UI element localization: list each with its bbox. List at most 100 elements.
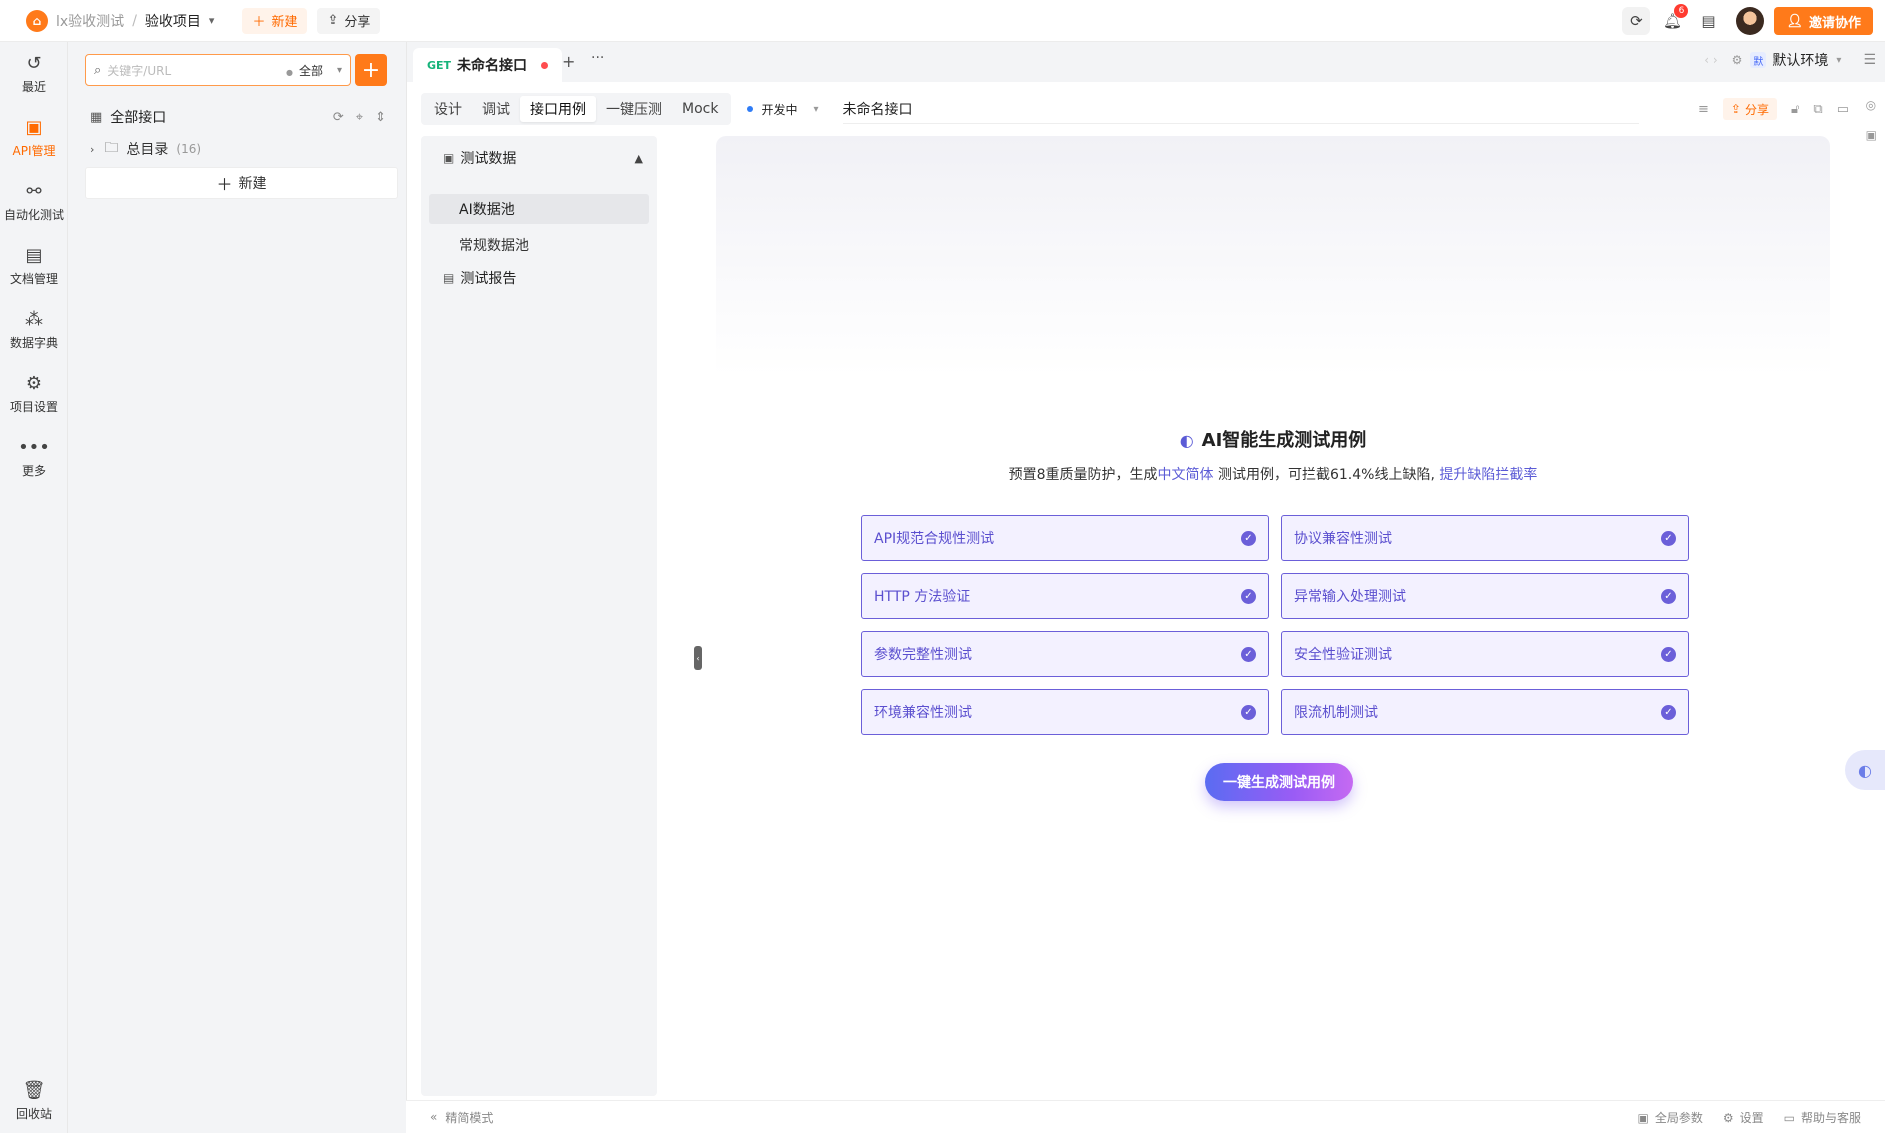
nav-recent[interactable]: ↺ 最近 xyxy=(0,42,68,106)
nav-project-settings[interactable]: ⚙ 项目设置 xyxy=(0,362,68,426)
test-type-card[interactable]: 协议兼容性测试 ✓ xyxy=(1281,515,1689,561)
refresh-icon[interactable]: ⟳ xyxy=(333,110,344,125)
user-icon: 👤︎ xyxy=(1786,13,1803,29)
nav-ai-data-pool[interactable]: AI数据池 xyxy=(429,194,649,224)
status-select[interactable]: 开发中 ▾ xyxy=(747,101,818,118)
nav-regular-data-pool[interactable]: 常规数据池 xyxy=(429,230,649,260)
menu-icon[interactable]: ☰ xyxy=(1863,52,1876,68)
chevron-down-icon[interactable]: ▾ xyxy=(1836,55,1841,66)
filter-select[interactable]: 全部 xyxy=(286,62,323,79)
search-icon: ⌕ xyxy=(94,62,102,78)
more-icon: ••• xyxy=(18,437,50,458)
improve-rate-link[interactable]: 提升缺陷拦截率 xyxy=(1439,467,1537,483)
nav-api-management[interactable]: ▣ API管理 xyxy=(0,106,68,170)
collapse-handle[interactable]: ‹ xyxy=(694,646,702,670)
generate-test-cases-button[interactable]: 一键生成测试用例 xyxy=(1205,763,1353,801)
chevron-right-icon[interactable]: › xyxy=(90,143,94,156)
check-icon: ✓ xyxy=(1241,704,1256,720)
main-area: GET 未命名接口 + ··· ‹ › ⚙ 默 默认环境 ▾ ☰ 设计 调试 接… xyxy=(406,42,1885,1133)
folder-count: (16) xyxy=(176,142,202,156)
group-test-data[interactable]: ▣ 测试数据 ▲ xyxy=(443,148,643,168)
compact-mode-toggle[interactable]: «精简模式 xyxy=(430,1109,493,1126)
copy-icon[interactable]: ⧉ xyxy=(1813,102,1822,117)
case-nav: ▣ 测试数据 ▲ AI数据池 常规数据池 ▤ 测试报告 xyxy=(421,136,657,1096)
nav-more[interactable]: ••• 更多 xyxy=(0,426,68,490)
tab-debug[interactable]: 调试 xyxy=(472,96,520,122)
team-name[interactable]: lx验收测试 xyxy=(56,11,124,31)
search-row: ⌕ 关键字/URL 全部 ▾ + xyxy=(85,54,387,86)
tab-unnamed-api[interactable]: GET 未命名接口 xyxy=(413,48,563,82)
test-type-card[interactable]: 参数完整性测试 ✓ xyxy=(861,631,1269,677)
environment-settings-icon[interactable]: ⚙ xyxy=(1732,53,1743,67)
environment-select[interactable]: 默认环境 xyxy=(1772,50,1828,70)
test-type-card[interactable]: 环境兼容性测试 ✓ xyxy=(861,689,1269,735)
test-type-card[interactable]: HTTP 方法验证 ✓ xyxy=(861,573,1269,619)
new-button[interactable]: ＋新建 xyxy=(242,7,308,34)
all-apis-row[interactable]: ▦ 全部接口 ⟳ ⌖ ⇕ xyxy=(90,106,386,128)
ai-whale-icon: ◐ xyxy=(1179,431,1194,450)
share-icon: ⇪ xyxy=(327,13,339,28)
message-icon[interactable]: ▤ xyxy=(1694,7,1722,35)
help-link[interactable]: ▭ 帮助与客服 xyxy=(1784,1109,1861,1126)
nav-automation-test[interactable]: ⚯ 自动化测试 xyxy=(0,170,68,234)
tab-arrows-icon[interactable]: ‹ › xyxy=(1704,53,1717,67)
panel-icon[interactable]: ▣ xyxy=(1866,128,1877,142)
tab-mock[interactable]: Mock xyxy=(672,96,728,122)
search-placeholder: 关键字/URL xyxy=(107,63,172,78)
gear-icon: ⚙ xyxy=(1722,1110,1734,1125)
app-logo[interactable]: ⌂ xyxy=(26,9,48,32)
left-nav: ↺ 最近 ▣ API管理 ⚯ 自动化测试 ▤ 文档管理 ⁂ 数据字典 ⚙ 项目设置 ••• 更… xyxy=(0,42,68,1133)
lock-icon[interactable]: 🔓︎ xyxy=(1791,102,1799,117)
api-icon: ▣ xyxy=(25,117,43,138)
invite-collaborate-button[interactable]: 👤︎ 邀请协作 xyxy=(1774,7,1873,35)
chevron-down-icon[interactable]: ▾ xyxy=(337,65,342,76)
tree-new-button[interactable]: ＋新建 xyxy=(85,167,398,199)
plus-icon: ＋ xyxy=(252,15,266,30)
test-type-card[interactable]: 安全性验证测试 ✓ xyxy=(1281,631,1689,677)
add-tab-icon[interactable]: + xyxy=(562,52,575,71)
locate-icon[interactable]: ⌖ xyxy=(356,110,363,125)
tree-tools: ⟳ ⌖ ⇕ xyxy=(333,110,386,125)
search-input[interactable]: ⌕ 关键字/URL 全部 ▾ xyxy=(85,54,351,86)
nav-data-dictionary[interactable]: ⁂ 数据字典 xyxy=(0,298,68,362)
global-params-link[interactable]: ▣ 全局参数 xyxy=(1638,1109,1703,1126)
tab-bar: GET 未命名接口 + ··· ‹ › ⚙ 默 默认环境 ▾ ☰ xyxy=(407,42,1885,82)
share-button[interactable]: ⇪ 分享 xyxy=(317,7,381,34)
language-link[interactable]: 中文简体 xyxy=(1158,467,1214,483)
content-header-gradient xyxy=(716,136,1830,376)
expand-collapse-icon[interactable]: ⇕ xyxy=(375,110,386,125)
notification-bell-icon[interactable]: 🔔︎ 6 xyxy=(1658,4,1689,35)
chevron-down-icon[interactable]: ▾ xyxy=(209,14,215,27)
dictionary-icon: ⁂ xyxy=(25,309,43,330)
archive-icon[interactable]: ▭ xyxy=(1837,102,1849,117)
group-test-report[interactable]: ▤ 测试报告 xyxy=(443,268,643,288)
avatar[interactable] xyxy=(1736,7,1765,35)
database-icon: ▣ xyxy=(443,151,455,165)
plus-icon: ＋ xyxy=(216,175,233,194)
test-type-card[interactable]: API规范合规性测试 ✓ xyxy=(861,515,1269,561)
play-circle-icon[interactable]: ◎ xyxy=(1866,98,1877,112)
sync-icon[interactable]: ⟳ xyxy=(1622,7,1651,35)
footer-links: ▣ 全局参数 ⚙ 设置 ▭ 帮助与客服 xyxy=(1638,1109,1862,1126)
tab-load-test[interactable]: 一键压测 xyxy=(596,96,672,122)
tab-design[interactable]: 设计 xyxy=(424,96,472,122)
project-name[interactable]: 验收项目 xyxy=(145,11,201,31)
unsaved-dot xyxy=(541,61,549,69)
more-tabs-icon[interactable]: ··· xyxy=(591,50,604,66)
add-api-button[interactable]: + xyxy=(355,54,387,86)
test-type-card[interactable]: 限流机制测试 ✓ xyxy=(1281,689,1689,735)
tab-api-cases[interactable]: 接口用例 xyxy=(520,96,596,122)
api-share-button[interactable]: ⇪ 分享 xyxy=(1722,98,1777,120)
settings-link[interactable]: ⚙ 设置 xyxy=(1723,1109,1764,1126)
nav-document-management[interactable]: ▤ 文档管理 xyxy=(0,234,68,298)
share-icon: ⇪ xyxy=(1730,102,1741,116)
report-icon: ▤ xyxy=(443,271,455,285)
tree-item-root-folder[interactable]: › 🗀︎ 总目录 (16) xyxy=(90,138,201,160)
chevron-up-icon[interactable]: ▲ xyxy=(635,152,643,165)
nav-trash[interactable]: 🗑︎ 回收站 xyxy=(0,1069,68,1133)
sub-toolbar: 设计 调试 接口用例 一键压测 Mock 开发中 ▾ 未命名接口 xyxy=(421,92,1761,126)
test-type-card[interactable]: 异常输入处理测试 ✓ xyxy=(1281,573,1689,619)
ai-assistant-float-icon[interactable]: ◐ xyxy=(1845,750,1885,790)
api-name-input[interactable]: 未命名接口 xyxy=(842,94,1639,124)
format-icon[interactable]: ≡ xyxy=(1698,102,1709,117)
